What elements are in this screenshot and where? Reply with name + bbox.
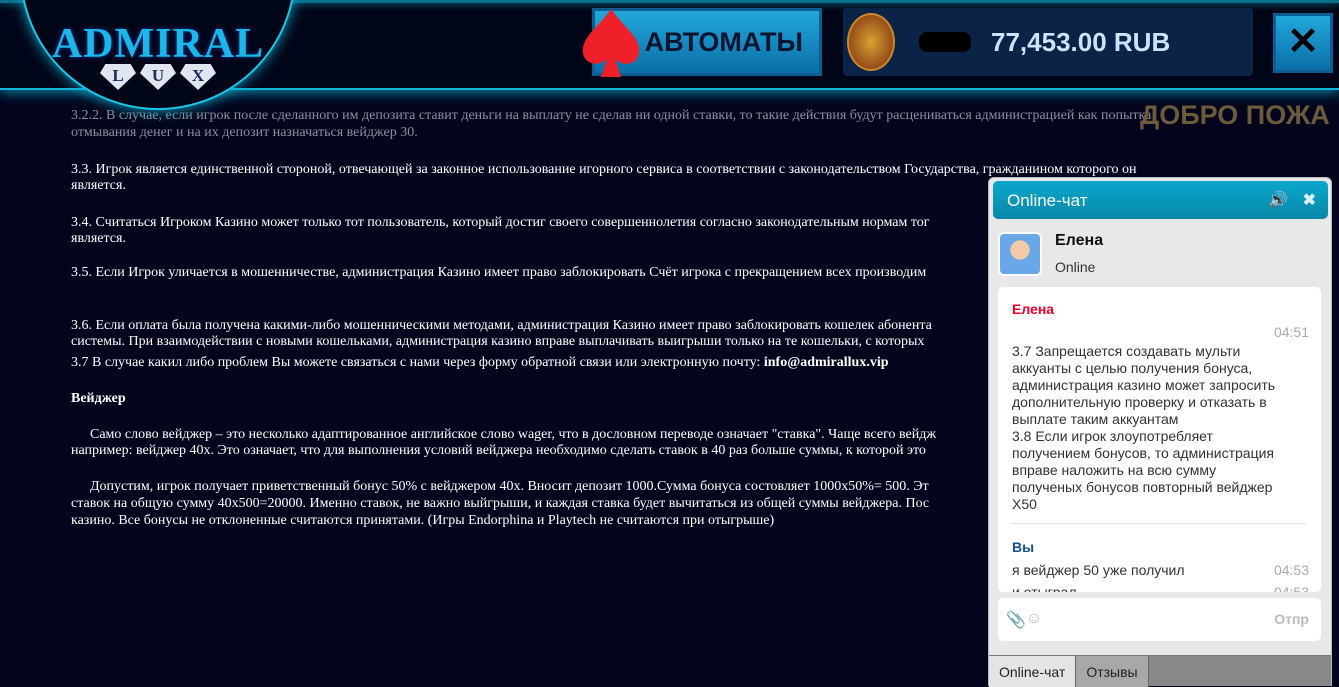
divider xyxy=(1012,523,1307,524)
online-chat-widget: Online-чат 🔊 ✖ Елена Online Елена 04:51 … xyxy=(988,177,1332,687)
message-time: 04:53 xyxy=(1273,584,1309,592)
chat-header[interactable]: Online-чат 🔊 ✖ xyxy=(993,181,1328,219)
section-heading: Вейджер xyxy=(71,391,126,407)
chat-input[interactable]: 📎 ☺ Отпр xyxy=(998,598,1321,641)
close-button[interactable]: ✕ xyxy=(1273,13,1333,73)
contact-text: 3.7 В случае какил либо проблем Вы может… xyxy=(71,355,764,370)
slots-label: АВТОМАТЫ xyxy=(644,26,803,57)
diamond-x: X xyxy=(180,64,216,90)
text-line: Допустим, игрок получает приветственный … xyxy=(90,479,929,494)
message-time: 04:53 xyxy=(1273,562,1309,578)
tab-online-chat[interactable]: Online-чат xyxy=(989,656,1077,687)
text-line: Само слово вейджер – это несколько адапт… xyxy=(90,427,936,442)
text-line: 3.4. Считаться Игроком Казино может толь… xyxy=(71,215,930,230)
email-link[interactable]: info@admirallux.vip xyxy=(764,355,889,370)
message-text: я вейджер 50 уже получил xyxy=(1012,562,1185,578)
text-line: системы. При взаимодействии с новыми кош… xyxy=(71,334,925,349)
diamond-u: U xyxy=(140,64,176,90)
wager-title: Вейджер xyxy=(71,391,126,406)
smiley-icon[interactable]: ☺ xyxy=(1026,610,1042,628)
logo-text: ADMIRAL xyxy=(51,21,265,67)
text-line: 3.7 В случае какил либо проблем Вы может… xyxy=(71,355,889,371)
balance-amount: 77,453.00 RUB xyxy=(991,26,1171,57)
message-text: 3.7 Запрещается создавать мульти аккуант… xyxy=(1012,343,1276,512)
welcome-banner: ДОБРО ПОЖА xyxy=(1140,100,1330,130)
message-author: Вы xyxy=(1012,539,1035,555)
text-line: отмывания денег и на их депозит назначат… xyxy=(71,125,418,140)
admiral-lux-logo[interactable]: ADMIRAL L U X xyxy=(20,0,296,110)
spade-icon xyxy=(582,9,640,77)
chat-messages[interactable]: Елена 04:51 3.7 Запрещается создавать му… xyxy=(998,287,1321,592)
message-author: Елена xyxy=(1012,301,1055,317)
text-line: 3.5. Если Игрок уличается в мошенничеств… xyxy=(71,265,927,280)
user-avatar-coin-icon xyxy=(847,13,895,71)
message-text: и отыграл xyxy=(1012,584,1077,592)
text-line: является. xyxy=(71,178,126,193)
text-line: 3.2.2. В случае, если игрок после сделан… xyxy=(71,108,1152,123)
text-line: 3.3. Игрок является единственной стороно… xyxy=(71,162,1137,177)
message-time: 04:51 xyxy=(1273,324,1309,340)
paperclip-icon[interactable]: 📎 xyxy=(1006,610,1026,630)
text-line: 3.6. Если оплата была получена какими-ли… xyxy=(71,318,932,333)
text-line: казино. Все бонусы не отклоненные считаю… xyxy=(71,513,775,528)
diamond-l: L xyxy=(100,64,136,90)
agent-avatar xyxy=(998,232,1042,276)
sound-icon[interactable]: 🔊 xyxy=(1268,190,1288,210)
text-line: ставок на общую сумму 40х500=20000. Имен… xyxy=(71,496,930,511)
slots-button[interactable]: АВТОМАТЫ xyxy=(582,8,822,77)
close-icon[interactable]: ✖ xyxy=(1303,190,1316,210)
agent-status: Online xyxy=(1055,259,1096,275)
text-line: является. xyxy=(71,231,126,246)
redacted-username xyxy=(919,32,971,52)
chat-title: Online-чат xyxy=(1007,191,1088,210)
send-button[interactable]: Отпр xyxy=(1274,611,1309,627)
tab-reviews[interactable]: Отзывы xyxy=(1076,656,1149,687)
text-line: например: вейджер 40х. Это означает, что… xyxy=(71,443,926,458)
balance-panel[interactable]: 77,453.00 RUB xyxy=(843,8,1253,76)
agent-name: Елена xyxy=(1055,232,1104,249)
chat-tabs: Online-чат Отзывы xyxy=(989,655,1331,687)
logo-diamonds: L U X xyxy=(22,64,294,90)
